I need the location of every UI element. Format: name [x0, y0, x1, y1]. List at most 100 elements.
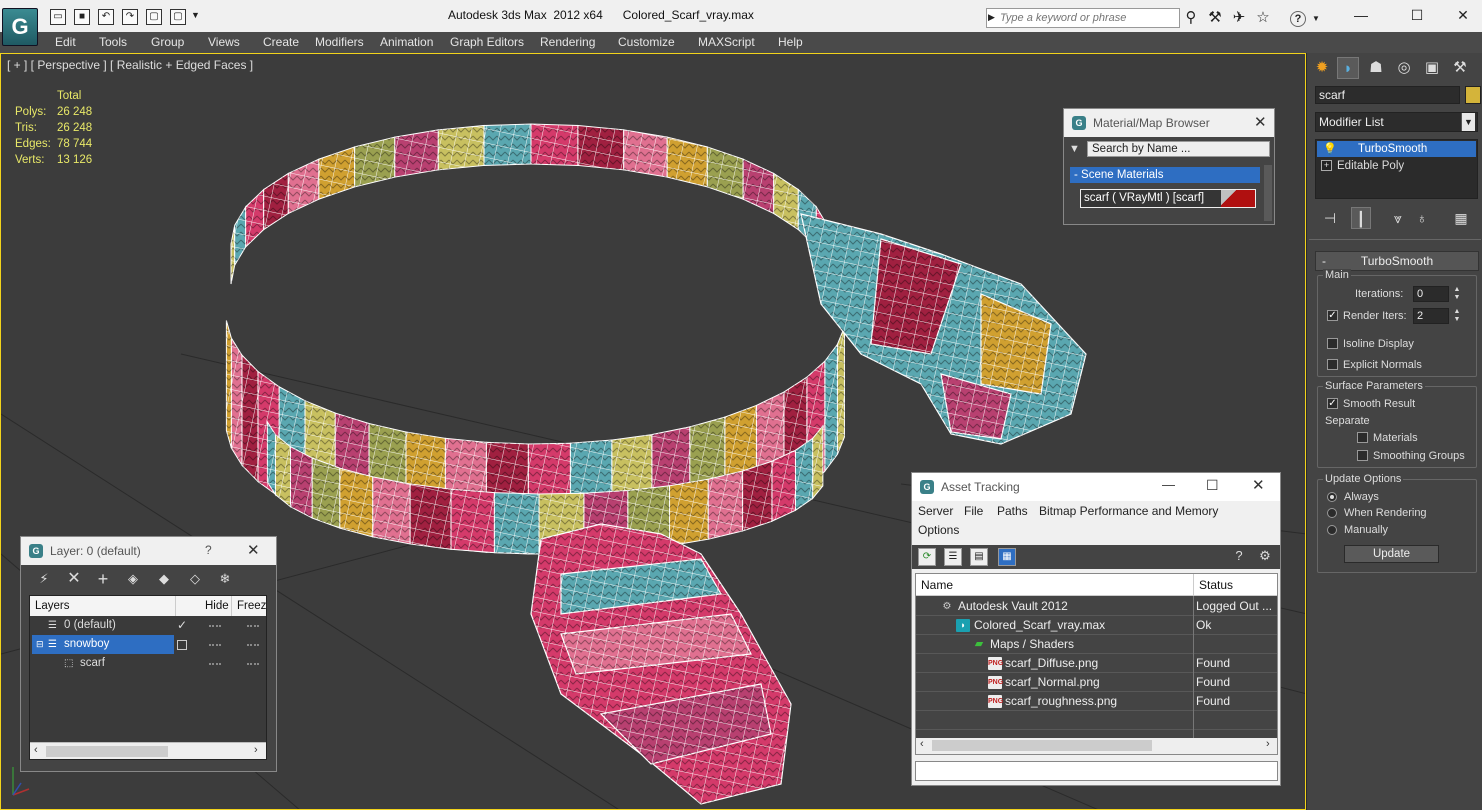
freeze-all-icon[interactable]: ❄	[215, 570, 235, 588]
render-iters-spinner[interactable]: 2	[1413, 308, 1449, 324]
column-header-status[interactable]: Status	[1194, 574, 1277, 596]
menu-create[interactable]: Create	[263, 35, 299, 49]
layer-row-snowboy[interactable]: ⊟ ☰ snowboy	[30, 635, 266, 654]
pin-stack-icon[interactable]: ⊣	[1321, 207, 1339, 229]
asset-path-field[interactable]	[915, 761, 1278, 781]
utilities-tab-icon[interactable]: ⚒	[1449, 57, 1471, 79]
horizontal-scrollbar[interactable]: ‹ ›	[30, 742, 266, 759]
redo-icon[interactable]: ↷	[122, 9, 138, 25]
column-header-name[interactable]: Name	[916, 574, 1194, 596]
column-header-freeze[interactable]: Freez	[232, 596, 266, 616]
settings-icon[interactable]: ⚙	[1256, 548, 1274, 566]
current-layer-check-icon[interactable]: ✓	[177, 616, 187, 635]
remove-modifier-icon[interactable]: ♁	[1413, 207, 1431, 229]
hide-toggle[interactable]	[209, 625, 221, 627]
scroll-thumb[interactable]	[932, 740, 1152, 751]
object-name-field[interactable]: scarf	[1315, 86, 1460, 104]
create-layer-icon[interactable]: ⚡	[34, 570, 54, 588]
expand-plus-icon[interactable]: +	[1321, 160, 1332, 171]
minimize-icon[interactable]: —	[1346, 4, 1376, 26]
display-tab-icon[interactable]: ▣	[1421, 57, 1443, 79]
stack-item-editable-poly[interactable]: + Editable Poly	[1317, 158, 1476, 174]
maximize-icon[interactable]: ☐	[1206, 477, 1219, 494]
update-always-radio[interactable]	[1327, 492, 1337, 502]
close-icon[interactable]: ✕	[1252, 476, 1265, 494]
asset-row[interactable]: ⚙ Autodesk Vault 2012 Logged Out ...	[916, 597, 1277, 616]
minimize-icon[interactable]: —	[1162, 477, 1175, 492]
quick-access-dropdown-icon[interactable]: ▼	[191, 10, 200, 20]
asset-tracking-title-bar[interactable]: G Asset Tracking — ☐ ✕	[912, 473, 1280, 501]
menu-edit[interactable]: Edit	[55, 35, 76, 49]
separate-smoothing-groups-checkbox[interactable]	[1357, 450, 1368, 461]
object-color-swatch[interactable]	[1465, 86, 1481, 104]
asset-row[interactable]: ◗ Colored_Scarf_vray.max Ok	[916, 616, 1277, 635]
layer-row-default[interactable]: ☰ 0 (default) ✓	[30, 616, 266, 635]
menu-rendering[interactable]: Rendering	[540, 35, 595, 49]
menu-customize[interactable]: Customize	[618, 35, 675, 49]
menu-graph-editors[interactable]: Graph Editors	[450, 35, 524, 49]
modify-tab-icon[interactable]: ◗	[1337, 57, 1359, 79]
scrollbar[interactable]	[1264, 165, 1272, 221]
render-iters-checkbox[interactable]: ✓	[1327, 310, 1338, 321]
separate-materials-checkbox[interactable]	[1357, 432, 1368, 443]
asset-row[interactable]: PNG scarf_roughness.png Found	[916, 692, 1277, 711]
app-logo[interactable]: G	[2, 8, 38, 46]
horizontal-scrollbar[interactable]: ‹ ›	[916, 738, 1277, 754]
menu-paths[interactable]: Paths	[997, 504, 1028, 518]
column-header-hide[interactable]: Hide	[200, 596, 232, 616]
help-query-icon[interactable]: ?	[1230, 548, 1248, 566]
table-view-icon[interactable]: ▦	[998, 548, 1016, 566]
new-file-icon[interactable]: ▭	[50, 9, 66, 25]
asset-row[interactable]: PNG scarf_Diffuse.png Found	[916, 654, 1277, 673]
collapse-icon[interactable]: ⊟	[36, 635, 44, 654]
stack-item-turbosmooth[interactable]: 💡 TurboSmooth	[1317, 141, 1476, 157]
turbosmooth-rollout-header[interactable]: - TurboSmooth	[1315, 251, 1479, 271]
scene-materials-category[interactable]: - Scene Materials	[1070, 167, 1260, 183]
explicit-normals-checkbox[interactable]	[1327, 359, 1338, 370]
menu-animation[interactable]: Animation	[380, 35, 433, 49]
menu-group[interactable]: Group	[151, 35, 184, 49]
maximize-icon[interactable]: ☐	[1402, 4, 1432, 26]
hold-icon[interactable]: ▢	[146, 9, 162, 25]
scroll-right-icon[interactable]: ›	[1266, 738, 1270, 750]
configure-sets-icon[interactable]: ▦	[1451, 207, 1471, 229]
add-to-layer-icon[interactable]: +	[93, 570, 113, 588]
spinner-arrows-icon[interactable]: ▲ ▼	[1452, 308, 1462, 324]
help-dropdown-icon[interactable]: ▼	[1312, 14, 1320, 23]
layer-manager-title-bar[interactable]: G Layer: 0 (default) ? ✕	[21, 537, 276, 565]
isoline-display-checkbox[interactable]	[1327, 338, 1338, 349]
freeze-toggle[interactable]	[247, 663, 259, 665]
menu-modifiers[interactable]: Modifiers	[315, 35, 364, 49]
close-icon[interactable]: ✕	[247, 541, 260, 559]
iterations-spinner[interactable]: 0	[1413, 286, 1449, 302]
menu-options[interactable]: Options	[918, 523, 959, 537]
binoculars-icon[interactable]: ⚲	[1182, 9, 1200, 27]
delete-layer-icon[interactable]: ✕	[64, 570, 84, 588]
column-header-layers[interactable]: Layers	[30, 596, 176, 616]
menu-bitmap-performance[interactable]: Bitmap Performance and Memory	[1039, 504, 1218, 518]
set-current-box[interactable]	[177, 640, 187, 650]
viewport-label[interactable]: [ + ] [ Perspective ] [ Realistic + Edge…	[7, 58, 253, 72]
refresh-icon[interactable]: ⟳	[918, 548, 936, 566]
search-expand-icon[interactable]: ▶	[988, 12, 995, 23]
make-unique-icon[interactable]: ⩔	[1389, 207, 1407, 229]
menu-views[interactable]: Views	[208, 35, 240, 49]
menu-maxscript[interactable]: MAXScript	[698, 35, 755, 49]
motion-tab-icon[interactable]: ◎	[1393, 57, 1415, 79]
chevron-down-icon[interactable]: ▼	[1461, 113, 1475, 131]
help-icon[interactable]: ?	[1290, 11, 1306, 27]
lightbulb-icon[interactable]: 💡	[1323, 141, 1337, 157]
hide-toggle[interactable]	[209, 644, 221, 646]
communication-center-icon[interactable]: ✈	[1230, 9, 1248, 27]
tools-icon[interactable]: ⚒	[1206, 9, 1224, 27]
fetch-icon[interactable]: ▢	[170, 9, 186, 25]
filter-dropdown-icon[interactable]: ▼	[1069, 143, 1080, 155]
scroll-right-icon[interactable]: ›	[254, 744, 258, 756]
select-objects-icon[interactable]: ◈	[123, 570, 143, 588]
close-icon[interactable]: ✕	[1448, 4, 1478, 26]
show-end-result-icon[interactable]: ┃	[1351, 207, 1371, 229]
material-item-scarf[interactable]: scarf ( VRayMtl ) [scarf]	[1080, 189, 1256, 208]
keyword-search-input[interactable]	[1000, 9, 1178, 27]
scroll-left-icon[interactable]: ‹	[34, 744, 38, 756]
freeze-toggle[interactable]	[247, 625, 259, 627]
